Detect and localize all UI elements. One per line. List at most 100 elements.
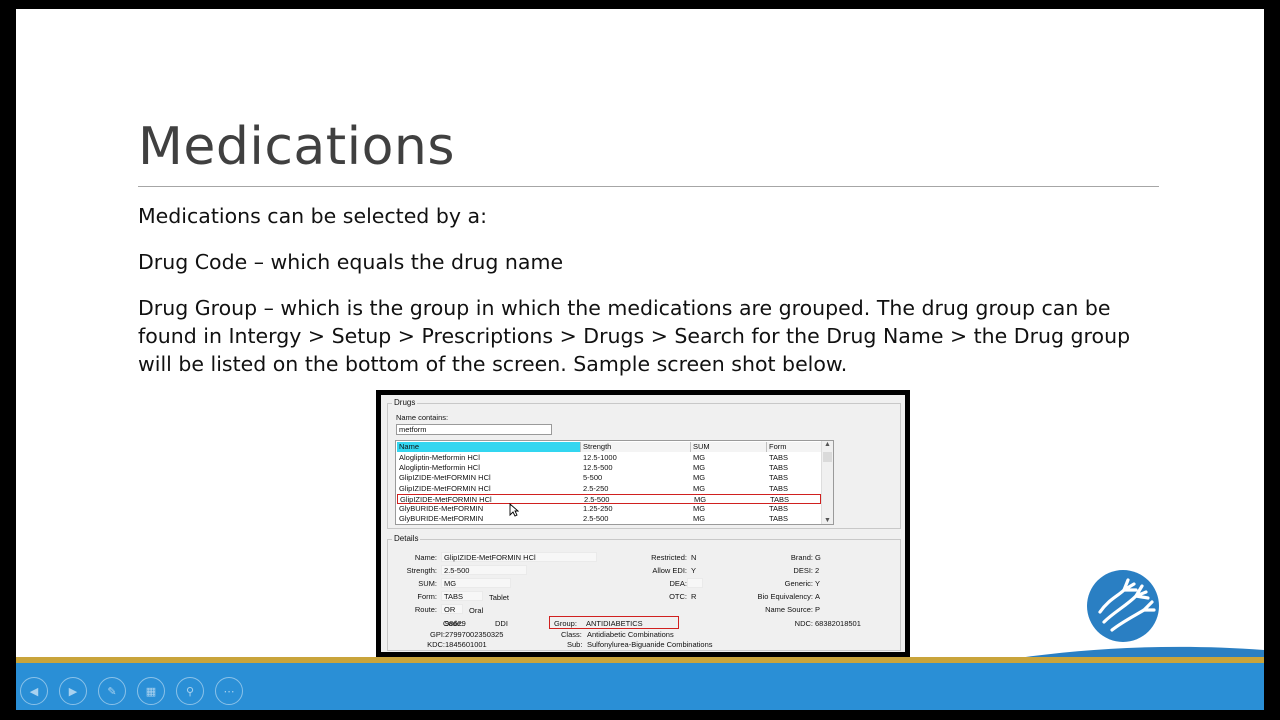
- generic-label: Generic:: [784, 579, 813, 588]
- sub-label: Sub:: [567, 640, 583, 649]
- previous-icon[interactable]: ◀: [20, 677, 48, 705]
- scroll-down-icon[interactable]: ▼: [824, 517, 831, 524]
- sum-label: SUM:: [418, 579, 437, 588]
- column-header-form[interactable]: Form: [767, 442, 823, 452]
- strength-label: Strength:: [406, 566, 437, 575]
- form-label: Form:: [417, 592, 437, 601]
- column-header-name[interactable]: Name: [397, 442, 581, 452]
- cell-form: TABS: [769, 463, 789, 473]
- drug-grid[interactable]: Name Strength SUM Form Alogliptin-Metfor…: [395, 440, 834, 525]
- kdc-label: KDC:: [427, 640, 445, 649]
- cell-strength: 5-500: [583, 473, 603, 483]
- restricted-value: N: [691, 553, 697, 562]
- next-icon[interactable]: ▶: [59, 677, 87, 705]
- otc-label: OTC:: [669, 592, 687, 601]
- table-row[interactable]: GlyBURIDE-MetFORMIN 2.5-500 MG TABS: [397, 514, 821, 524]
- cell-form: TABS: [769, 504, 789, 513]
- cell-sum: MG: [693, 504, 706, 513]
- allow-edi-label: Allow EDI:: [652, 566, 687, 575]
- paragraph-intro: Medications can be selected by a:: [138, 204, 487, 228]
- group-label: Group:: [554, 619, 577, 628]
- column-header-sum[interactable]: SUM: [691, 442, 767, 452]
- slides-icon[interactable]: ▦: [137, 677, 165, 705]
- cell-name: GlipIZIDE-MetFORMIN HCl: [399, 473, 491, 483]
- cell-form: TABS: [769, 473, 789, 483]
- class-value: Antidiabetic Combinations: [587, 630, 674, 639]
- desi-label: DESI:: [793, 566, 813, 575]
- cell-strength: 2.5-500: [583, 514, 609, 524]
- strength-value: 2.5-500: [441, 565, 527, 575]
- form-value: TABS: [441, 591, 483, 601]
- grid-scrollbar[interactable]: ▲ ▼: [821, 441, 833, 524]
- allow-edi-value: Y: [691, 566, 697, 575]
- cell-strength: 1.25-250: [583, 504, 613, 513]
- otc-value: R: [691, 592, 697, 601]
- name-contains-label: Name contains:: [396, 413, 449, 422]
- gpi-label: GPI:: [429, 630, 445, 639]
- cell-strength: 2.5-250: [583, 483, 609, 493]
- dea-value: [687, 578, 703, 588]
- paragraph-drug-code: Drug Code – which equals the drug name: [138, 250, 564, 274]
- bio-equivalency-label: Bio Equivalency:: [757, 592, 813, 601]
- table-row[interactable]: GlipIZIDE-MetFORMIN HCl 2.5-500 MG TABS: [397, 493, 821, 504]
- ndc-value: 68382018501: [815, 619, 861, 628]
- brand-value: G: [815, 553, 821, 562]
- brand-label: Brand:: [790, 553, 813, 562]
- group-value: ANTIDIABETICS: [586, 619, 643, 628]
- scroll-up-icon[interactable]: ▲: [824, 441, 831, 448]
- cell-sum: MG: [693, 463, 706, 473]
- route-description: Oral: [469, 606, 484, 615]
- name-source-label: Name Source:: [765, 605, 813, 614]
- table-row[interactable]: Alogliptin-Metformin HCl 12.5-1000 MG TABS: [397, 453, 821, 463]
- cell-form: TABS: [769, 453, 789, 462]
- sum-value: MG: [441, 578, 511, 588]
- desi-value: 2: [815, 566, 820, 575]
- name-value: GlipIZIDE-MetFORMIN HCl: [441, 552, 597, 562]
- cell-strength: 12.5-500: [583, 463, 613, 473]
- bio-equivalency-value: A: [815, 592, 821, 601]
- table-row[interactable]: Alogliptin-Metformin HCl 12.5-500 MG TABS: [397, 463, 821, 473]
- cell-strength: 12.5-1000: [583, 453, 617, 462]
- scroll-thumb[interactable]: [823, 452, 832, 462]
- cell-name: GlyBURIDE-MetFORMIN: [399, 504, 484, 513]
- drug-search-input[interactable]: metform: [396, 424, 552, 435]
- cell-name: GlyBURIDE-MetFORMIN: [399, 514, 484, 524]
- class-label: Class:: [561, 630, 582, 639]
- cell-sum: MG: [693, 473, 706, 483]
- slide: Medications Medications can be selected …: [16, 9, 1264, 659]
- paragraph-drug-group: Drug Group – which is the group in which…: [138, 296, 1131, 376]
- mouse-cursor-icon: [509, 503, 519, 517]
- form-description: Tablet: [489, 593, 510, 602]
- grid-header: Name Strength SUM Form: [397, 442, 823, 452]
- name-label: Name:: [414, 553, 437, 562]
- cell-name: Alogliptin-Metformin HCl: [399, 453, 480, 462]
- drugs-window: Drugs Name contains: metform Name Streng…: [381, 395, 905, 652]
- cell-sum: MG: [693, 514, 706, 524]
- route-value: OR: [441, 604, 463, 614]
- column-header-strength[interactable]: Strength: [581, 442, 691, 452]
- ddi-label: DDI: [495, 619, 508, 628]
- name-source-value: P: [815, 605, 821, 614]
- sample-screenshot: Drugs Name contains: metform Name Streng…: [376, 390, 910, 657]
- cell-form: TABS: [769, 514, 789, 524]
- drugs-group-title: Drugs: [392, 398, 418, 407]
- zoom-icon[interactable]: ⚲: [176, 677, 204, 705]
- kdc-value: 1845601001: [445, 640, 487, 649]
- more-icon[interactable]: ⋯: [215, 677, 243, 705]
- route-label: Route:: [414, 605, 437, 614]
- table-row[interactable]: GlipIZIDE-MetFORMIN HCl 5-500 MG TABS: [397, 473, 821, 483]
- title-divider: [138, 186, 1159, 187]
- dea-label: DEA:: [669, 579, 687, 588]
- slide-title: Medications: [138, 117, 455, 177]
- code-value: 98629: [445, 619, 466, 628]
- cell-name: Alogliptin-Metformin HCl: [399, 463, 480, 473]
- pen-icon[interactable]: ✎: [98, 677, 126, 705]
- restricted-label: Restricted:: [651, 553, 687, 562]
- cell-sum: MG: [693, 453, 706, 462]
- table-row[interactable]: GlyBURIDE-MetFORMIN 1.25-250 MG TABS: [397, 504, 821, 514]
- cell-form: TABS: [769, 483, 789, 493]
- generic-value: Y: [815, 579, 821, 588]
- cell-sum: MG: [693, 483, 706, 493]
- sub-value: Sulfonylurea-Biguanide Combinations: [587, 640, 713, 649]
- table-row[interactable]: GlipIZIDE-MetFORMIN HCl 2.5-250 MG TABS: [397, 484, 821, 494]
